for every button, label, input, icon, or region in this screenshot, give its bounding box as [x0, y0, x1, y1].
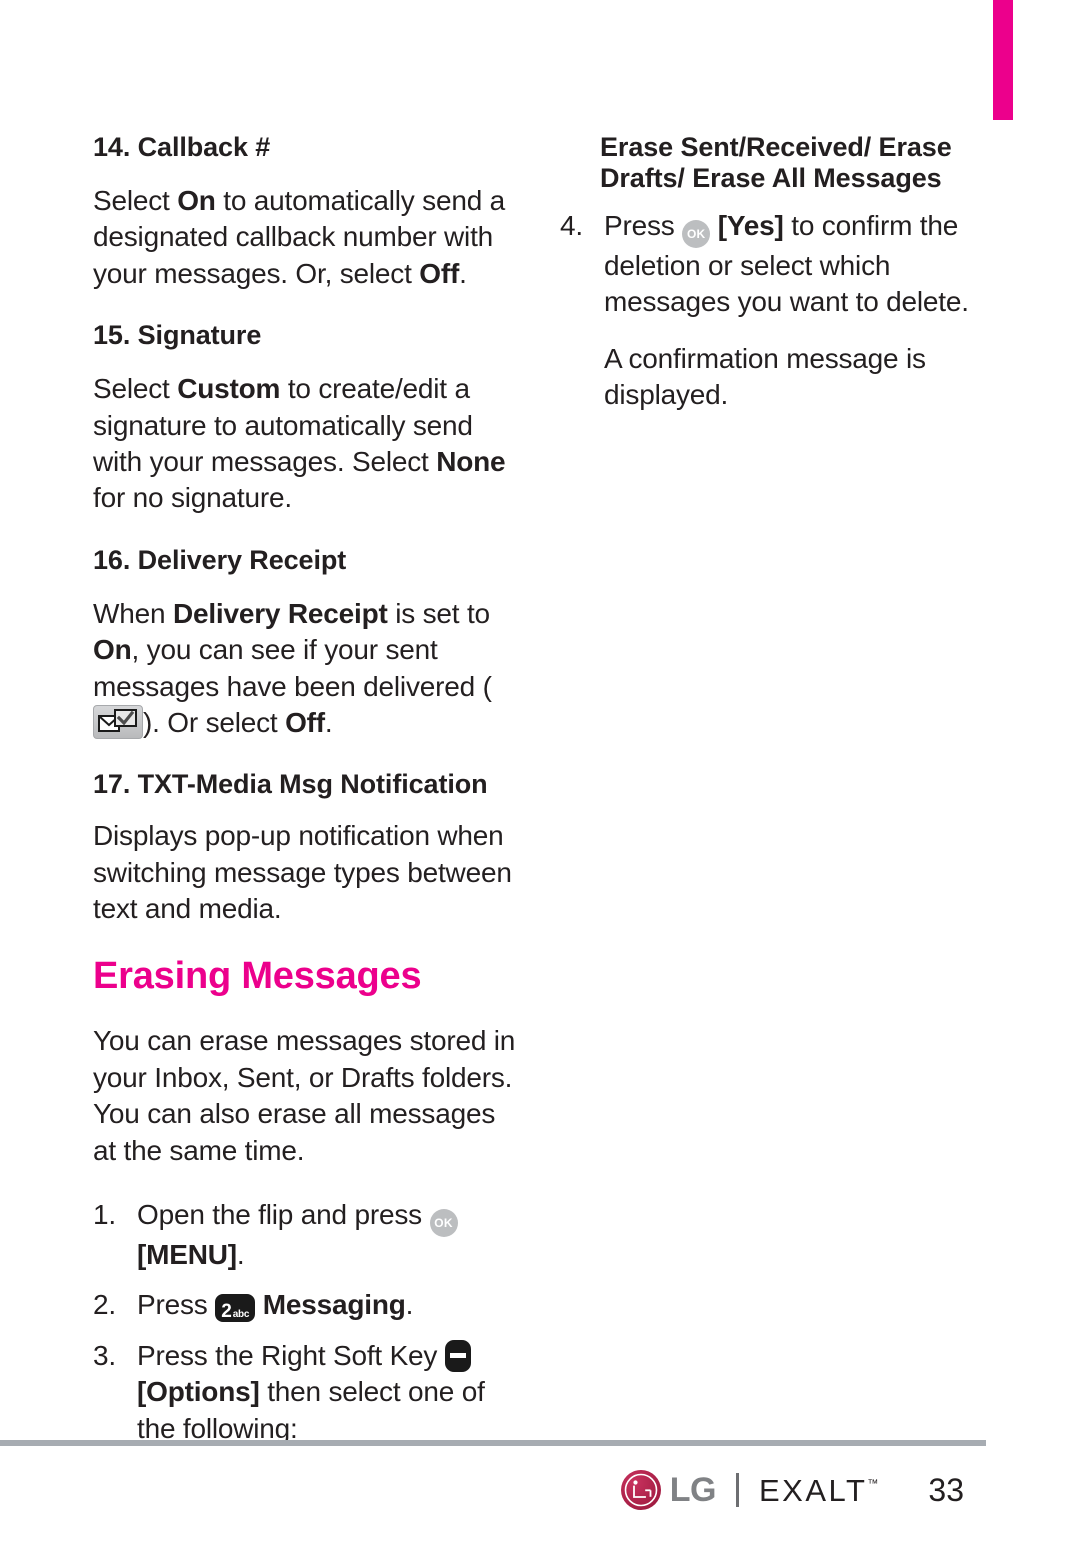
text-run: Press the Right Soft Key [137, 1339, 445, 1371]
ok-key-icon: OK [682, 220, 711, 249]
section-body-txt-media-notification: Displays pop-up notification when switch… [93, 820, 512, 925]
key-2abc-icon: 2abc [215, 1294, 256, 1323]
list-item-step-1: 1. Open the flip and press OK [MENU]. [93, 1197, 517, 1273]
text-run: Open the flip and press [137, 1199, 430, 1231]
page-content: 14. Callback # Select On to automaticall… [0, 132, 1080, 1444]
footer-divider [0, 1440, 986, 1446]
section-body-signature: Select Custom to create/edit a signature… [93, 371, 517, 517]
bold-run: Messaging [262, 1289, 406, 1321]
trademark-symbol: ™ [867, 1477, 879, 1490]
section-heading-signature: 15. Signature [93, 320, 262, 351]
text-run: Press [604, 210, 683, 242]
key-letters: abc [232, 1309, 250, 1321]
section-heading-txt-media-notification: 17. TXT-Media Msg Notification [93, 769, 488, 800]
bold-run: [Options] [137, 1376, 260, 1408]
text-run [710, 210, 718, 241]
brand-lockup: LG EXALT™ [620, 1470, 878, 1510]
bold-run: [Yes] [717, 210, 784, 242]
text-run: Press [137, 1289, 216, 1321]
right-column: Erase Sent/Received/ Erase Drafts/ Erase… [560, 132, 984, 414]
text-run: When [93, 597, 173, 629]
left-column: 14. Callback # Select On to automaticall… [93, 132, 517, 1447]
key-digit: 2 [221, 1301, 232, 1323]
text-run [255, 1289, 263, 1320]
section-heading-delivery-receipt: 16. Delivery Receipt [93, 544, 347, 575]
text-run: . [405, 1289, 414, 1321]
section-heading-erase-options: Erase Sent/Received/ Erase Drafts/ Erase… [600, 132, 952, 194]
text-run: Select [93, 185, 178, 217]
text-run: for no signature. [93, 482, 292, 514]
step-number: 1. [93, 1199, 116, 1231]
lg-wordmark: LG [669, 1471, 717, 1509]
bold-run: None [436, 446, 506, 478]
page-footer: LG EXALT™ 33 [0, 1460, 986, 1520]
confirmation-note: A confirmation message is displayed. [604, 342, 926, 411]
chapter-heading-erasing-messages: Erasing Messages [93, 954, 422, 997]
section-heading-callback: 14. Callback # [93, 132, 271, 162]
text-run: is set to [387, 597, 490, 629]
step-number: 4. [560, 210, 583, 242]
bold-run: Off [419, 257, 460, 289]
bold-run: Delivery Receipt [172, 597, 388, 629]
text-run: Select [93, 373, 178, 405]
bold-run: Custom [177, 373, 281, 405]
text-run: , you can see if your sent messages have… [93, 634, 492, 702]
bold-run: On [93, 634, 132, 666]
step-number: 3. [93, 1339, 116, 1371]
page-number: 33 [928, 1472, 964, 1508]
bold-run: Off [285, 707, 325, 739]
section-body-delivery-receipt: When Delivery Receipt is set to On, you … [93, 596, 517, 742]
lg-logo-icon [620, 1470, 661, 1510]
right-soft-key-icon [444, 1339, 471, 1372]
list-item-step-4: 4. Press OK [Yes] to confirm the deletion… [560, 208, 984, 321]
text-run: ). Or select [143, 707, 286, 739]
bold-run: [MENU] [137, 1239, 237, 1271]
brand-divider [736, 1473, 739, 1507]
exalt-wordmark: EXALT™ [759, 1475, 878, 1506]
section-body-callback: Select On to automatically send a design… [93, 183, 517, 292]
list-item-step-2: 2. Press 2abc Messaging. [93, 1287, 517, 1323]
page-edge-tab [993, 0, 1013, 120]
chapter-intro-erasing-messages: You can erase messages stored in your In… [93, 1025, 516, 1166]
erasing-steps-list: 1. Open the flip and press OK [MENU]. 2. P… [93, 1197, 517, 1447]
delivery-receipt-icon [93, 705, 143, 740]
text-run: . [459, 257, 467, 289]
exalt-text: EXALT [759, 1472, 868, 1508]
step-number: 2. [93, 1289, 116, 1321]
ok-key-icon: OK [429, 1209, 458, 1238]
bold-run: On [177, 185, 216, 217]
text-run: . [324, 707, 333, 739]
erasing-steps-list-continued: 4. Press OK [Yes] to confirm the deletion… [560, 208, 984, 321]
list-item-step-3: 3. Press the Right Soft Key [Options] the… [93, 1338, 517, 1447]
text-run: . [236, 1239, 245, 1271]
